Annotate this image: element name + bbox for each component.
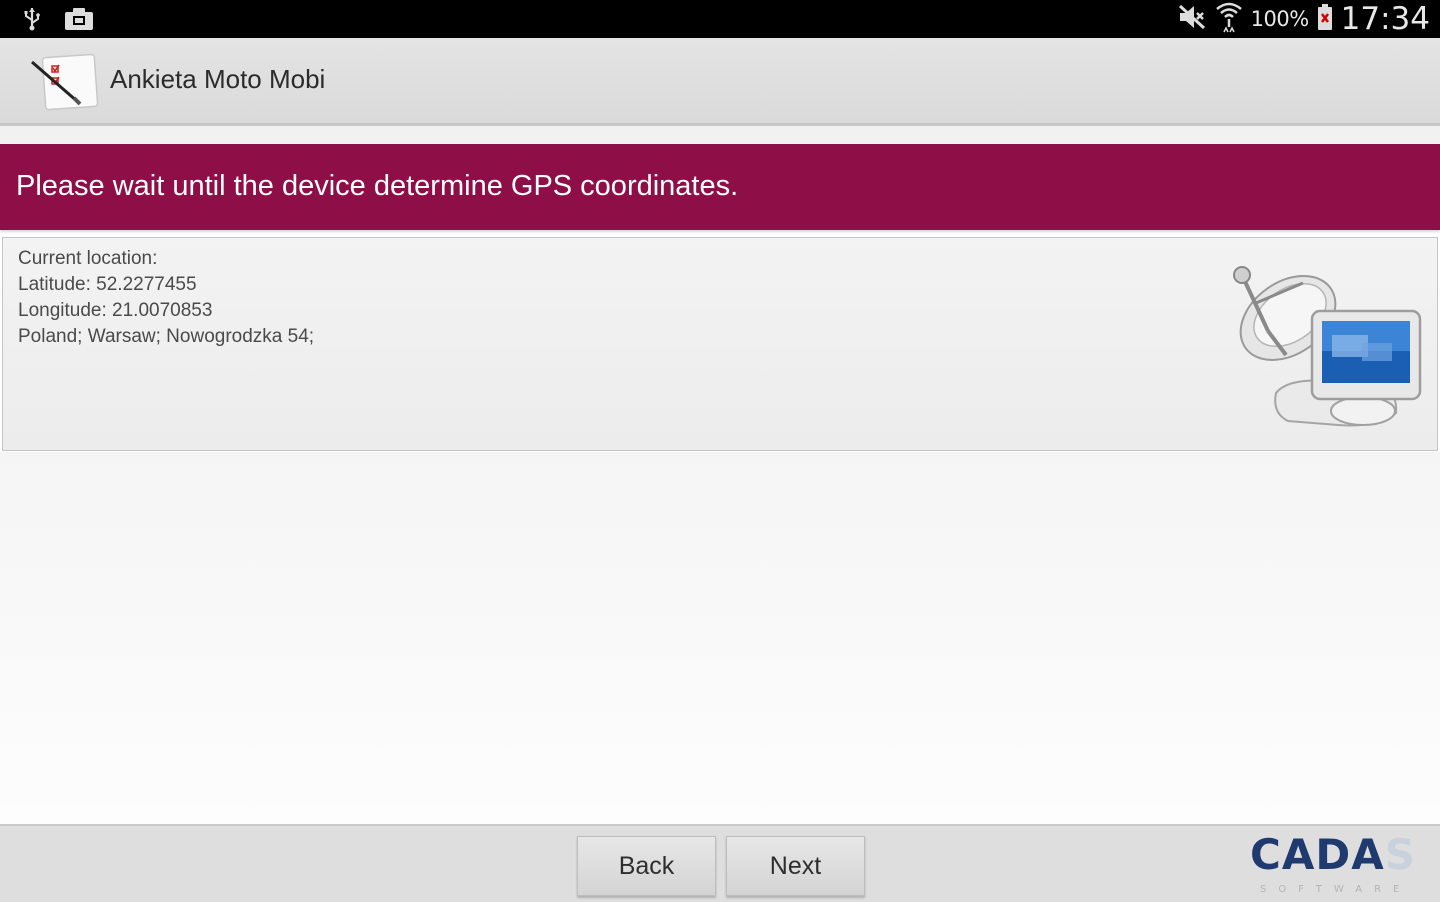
logo-subtitle: SOFTWARE xyxy=(1260,884,1412,895)
logo-main-text: CADA xyxy=(1250,830,1385,879)
status-bar: 100% 17:34 xyxy=(0,0,1440,38)
wifi-icon xyxy=(1215,1,1243,37)
banner-message: Please wait until the device determine G… xyxy=(16,170,739,202)
battery-percent: 100% xyxy=(1250,7,1310,31)
usb-icon xyxy=(22,6,42,36)
battery-icon xyxy=(1317,3,1333,35)
bottom-bar: Back Next CADAS SOFTWARE xyxy=(0,824,1440,902)
logo-tail-text: S xyxy=(1384,830,1416,879)
cadas-logo: CADAS SOFTWARE xyxy=(1250,830,1420,898)
next-button[interactable]: Next xyxy=(726,836,865,896)
app-survey-icon[interactable] xyxy=(28,50,102,114)
longitude-value: Longitude: 21.0070853 xyxy=(18,300,213,321)
content-area xyxy=(0,452,1440,824)
mute-icon xyxy=(1177,3,1207,35)
action-bar: Ankieta Moto Mobi xyxy=(0,38,1440,126)
latitude-value: Latitude: 52.2277455 xyxy=(18,274,197,295)
location-panel: Current location: Latitude: 52.2277455 L… xyxy=(2,237,1438,451)
satellite-computer-icon xyxy=(1228,263,1424,435)
current-location-label: Current location: xyxy=(18,248,158,269)
app-title: Ankieta Moto Mobi xyxy=(110,64,326,94)
logo-text: CADAS xyxy=(1250,830,1416,879)
divider-strip xyxy=(0,126,1440,144)
back-button[interactable]: Back xyxy=(577,836,716,896)
gps-wait-banner: Please wait until the device determine G… xyxy=(0,144,1440,230)
address-value: Poland; Warsaw; Nowogrodzka 54; xyxy=(18,326,315,347)
screenshot-icon xyxy=(64,7,94,35)
status-time: 17:34 xyxy=(1340,1,1430,37)
